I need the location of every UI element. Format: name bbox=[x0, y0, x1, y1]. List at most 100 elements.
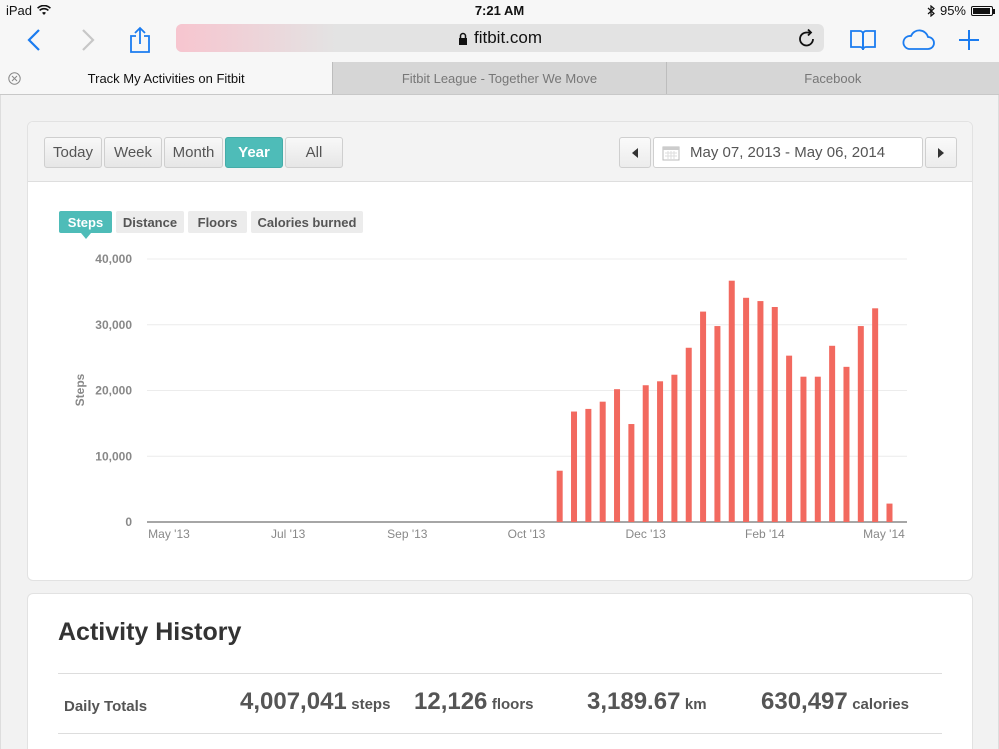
steps-bar bbox=[757, 301, 764, 522]
period-button-month[interactable]: Month bbox=[164, 137, 223, 168]
steps-bar bbox=[599, 401, 606, 522]
web-page: Today Week Month Year All May 07, 2013 -… bbox=[0, 95, 999, 749]
steps-bar bbox=[728, 280, 735, 522]
activity-history-card: Activity History Daily Totals 4,007,041 … bbox=[27, 593, 973, 749]
total-value: 12,126 bbox=[414, 688, 488, 715]
previous-range-button[interactable] bbox=[619, 137, 651, 168]
metric-tab-calories-burned[interactable]: Calories burned bbox=[251, 211, 363, 233]
status-bar: iPad 7:21 AM 95% bbox=[0, 0, 999, 20]
steps-bar bbox=[642, 385, 649, 522]
total-floors: 12,126 floors bbox=[414, 688, 534, 716]
total-value: 4,007,041 bbox=[240, 688, 347, 715]
chevron-right-icon bbox=[82, 29, 95, 51]
steps-bar bbox=[585, 408, 592, 522]
battery-fill bbox=[973, 7, 991, 14]
tab-facebook[interactable]: Facebook bbox=[665, 62, 999, 94]
total-unit: calories bbox=[852, 696, 909, 713]
reload-button[interactable] bbox=[798, 28, 816, 52]
steps-bar bbox=[614, 389, 621, 522]
steps-bar bbox=[771, 306, 778, 522]
new-tab-button[interactable] bbox=[956, 24, 982, 56]
battery-percent: 95% bbox=[939, 3, 966, 18]
cloud-tabs-button[interactable] bbox=[899, 24, 937, 56]
tab-fitbit-league[interactable]: Fitbit League - Together We Move bbox=[332, 62, 666, 94]
y-tick-label: 40,000 bbox=[95, 252, 132, 266]
caret-left-icon bbox=[632, 147, 638, 158]
cloud-icon bbox=[902, 29, 935, 50]
battery-icon bbox=[971, 5, 995, 16]
total-distance: 3,189.67 km bbox=[587, 688, 707, 716]
divider bbox=[58, 733, 942, 734]
y-axis-title: Steps bbox=[73, 373, 87, 406]
lock-icon bbox=[458, 32, 467, 45]
book-icon bbox=[850, 30, 876, 51]
steps-bar bbox=[800, 376, 807, 522]
steps-bar bbox=[685, 347, 692, 522]
back-button[interactable] bbox=[20, 24, 48, 56]
plus-icon bbox=[959, 30, 979, 50]
chevron-left-icon bbox=[27, 29, 40, 51]
clock: 7:21 AM bbox=[474, 3, 525, 18]
date-range-picker[interactable]: May 07, 2013 - May 06, 2014 bbox=[653, 137, 923, 168]
divider bbox=[58, 673, 942, 674]
steps-bar bbox=[571, 411, 578, 522]
tab-fitbit[interactable]: Track My Activities on Fitbit bbox=[0, 62, 333, 94]
period-button-all[interactable]: All bbox=[285, 137, 343, 168]
calendar-icon bbox=[662, 146, 680, 160]
steps-bar bbox=[814, 376, 821, 522]
x-tick-label: Sep '13 bbox=[387, 527, 428, 541]
tab-bar: Track My Activities on Fitbit Fitbit Lea… bbox=[0, 62, 999, 95]
total-unit: km bbox=[684, 696, 707, 713]
steps-bar bbox=[829, 345, 836, 522]
next-range-button[interactable] bbox=[925, 137, 957, 168]
address-bar[interactable]: fitbit.com bbox=[176, 24, 824, 52]
tab-title: Facebook bbox=[804, 70, 862, 86]
period-button-today[interactable]: Today bbox=[44, 137, 102, 168]
activity-history-title: Activity History bbox=[58, 618, 242, 646]
x-tick-label: May '13 bbox=[148, 527, 190, 541]
page-theme-tint bbox=[176, 24, 336, 52]
bluetooth-icon bbox=[927, 4, 935, 17]
steps-bar bbox=[700, 311, 707, 522]
y-tick-label: 10,000 bbox=[95, 449, 132, 463]
metric-tab-steps[interactable]: Steps bbox=[59, 211, 112, 239]
steps-bar bbox=[857, 326, 864, 522]
caret-right-icon bbox=[938, 147, 944, 158]
period-button-week[interactable]: Week bbox=[104, 137, 162, 168]
reload-icon bbox=[799, 28, 814, 47]
share-icon bbox=[130, 26, 150, 53]
forward-button[interactable] bbox=[74, 24, 102, 56]
y-tick-label: 20,000 bbox=[95, 384, 132, 398]
x-tick-label: Feb '14 bbox=[745, 527, 785, 541]
activity-chart-card: Today Week Month Year All May 07, 2013 -… bbox=[27, 121, 973, 581]
steps-bar bbox=[628, 424, 635, 522]
browser-toolbar: fitbit.com bbox=[0, 20, 999, 62]
date-range-text: May 07, 2013 - May 06, 2014 bbox=[690, 144, 886, 161]
metric-tab-distance[interactable]: Distance bbox=[116, 211, 184, 233]
steps-bar-chart: 0 10,000 20,000 30,000 40,000 Steps May '13 Jul… bbox=[73, 252, 907, 541]
total-unit: steps bbox=[351, 696, 391, 713]
tab-close-button[interactable] bbox=[8, 72, 21, 88]
tab-title: Track My Activities on Fitbit bbox=[87, 70, 245, 86]
total-value: 630,497 bbox=[761, 688, 848, 715]
y-tick-label: 0 bbox=[125, 515, 132, 529]
tab-title: Fitbit League - Together We Move bbox=[401, 70, 598, 86]
y-tick-label: 30,000 bbox=[95, 318, 132, 332]
steps-bar bbox=[657, 381, 664, 522]
close-icon bbox=[8, 72, 21, 85]
daily-totals-label: Daily Totals bbox=[64, 698, 148, 715]
period-button-year[interactable]: Year bbox=[225, 137, 283, 168]
bookmarks-button[interactable] bbox=[848, 24, 878, 56]
total-calories: 630,497 calories bbox=[761, 688, 909, 716]
share-button[interactable] bbox=[126, 24, 154, 56]
url-text: fitbit.com bbox=[473, 28, 543, 47]
metric-tab-floors[interactable]: Floors bbox=[188, 211, 247, 233]
x-tick-label: May '14 bbox=[863, 527, 905, 541]
steps-bar bbox=[556, 470, 563, 522]
total-value: 3,189.67 bbox=[587, 688, 681, 715]
x-tick-label: Oct '13 bbox=[508, 527, 546, 541]
steps-bar bbox=[886, 503, 893, 522]
steps-bar bbox=[843, 366, 850, 522]
total-unit: floors bbox=[491, 696, 534, 713]
steps-bar bbox=[714, 326, 721, 522]
